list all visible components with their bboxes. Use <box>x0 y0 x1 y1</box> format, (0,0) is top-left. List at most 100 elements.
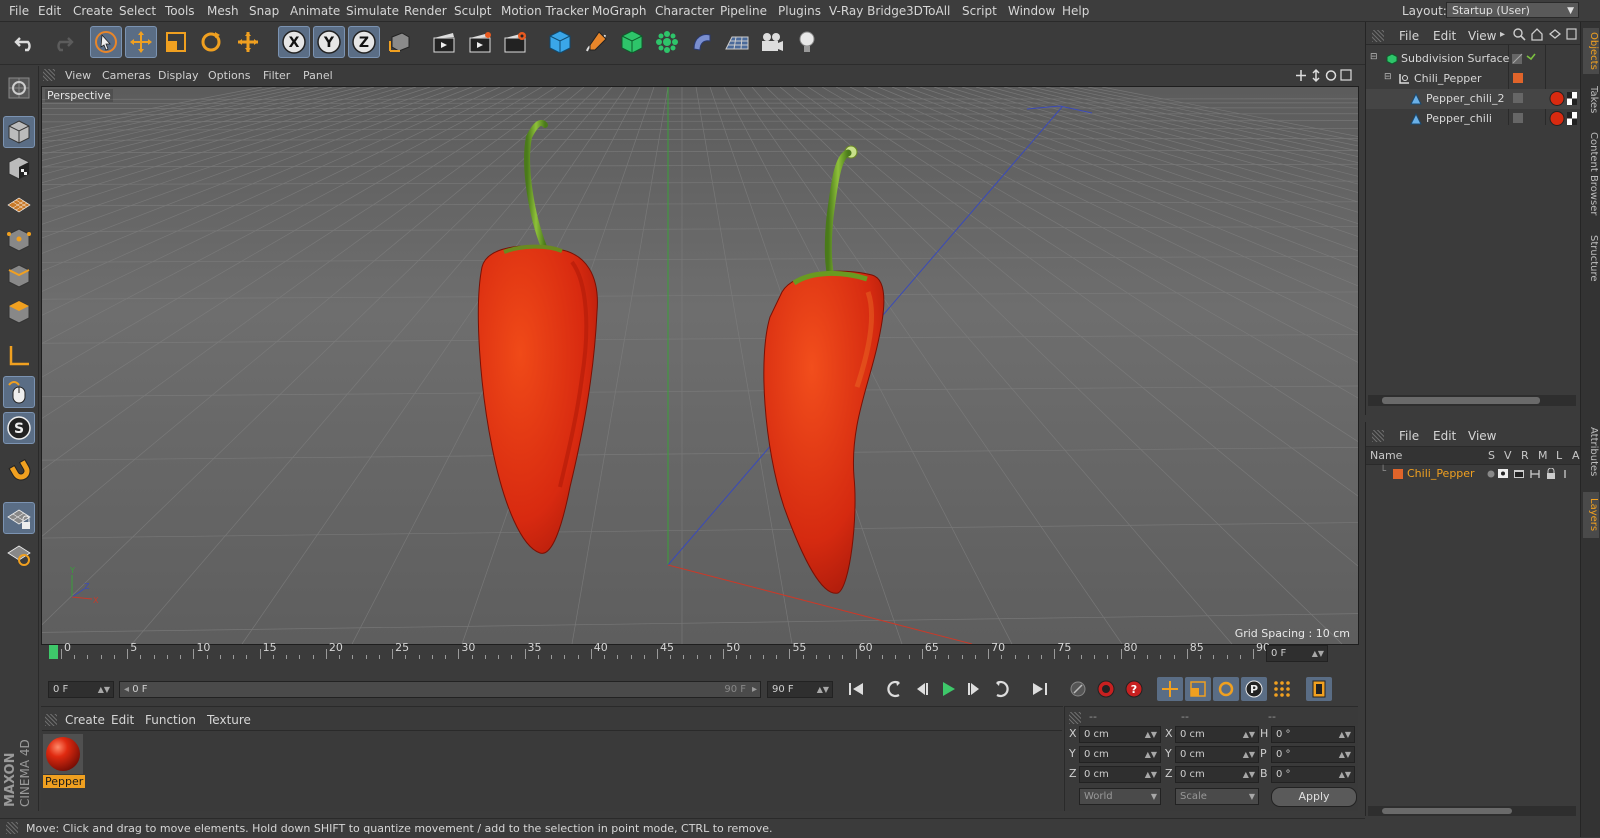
vp-menu-options[interactable]: Options <box>208 69 250 82</box>
size-x-field[interactable]: 0 cm▲▼ <box>1175 726 1259 743</box>
add-mograph-button[interactable] <box>651 26 683 58</box>
play-button[interactable] <box>935 677 961 701</box>
menu-edit[interactable]: Edit <box>38 4 61 18</box>
menu-simulate[interactable]: Simulate <box>346 4 399 18</box>
render-view-button[interactable] <box>428 26 460 58</box>
coordinate-system-button[interactable] <box>384 26 416 58</box>
vp-menu-cameras[interactable]: Cameras <box>102 69 151 82</box>
obj-menu-file[interactable]: File <box>1399 29 1419 43</box>
scale-tool-button[interactable] <box>160 26 192 58</box>
start-frame-field[interactable]: 0 F▲▼ <box>48 681 114 698</box>
menu-help[interactable]: Help <box>1062 4 1089 18</box>
add-environment-button[interactable] <box>721 26 753 58</box>
menu-file[interactable]: File <box>9 4 29 18</box>
menu-3dtoall[interactable]: 3DToAll <box>906 4 950 18</box>
previous-key-button[interactable] <box>881 677 907 701</box>
live-selection-button[interactable] <box>90 26 122 58</box>
size-z-field[interactable]: 0 cm▲▼ <box>1175 766 1259 783</box>
viewport-nav-icons[interactable] <box>1294 68 1354 83</box>
texture-mode-button[interactable] <box>3 152 35 184</box>
material-tags[interactable] <box>1548 90 1578 107</box>
solo-mode-button[interactable]: S <box>3 412 35 444</box>
menu-snap[interactable]: Snap <box>249 4 279 18</box>
tree-expand-icon[interactable]: ⊟ <box>1370 52 1378 62</box>
layer-toggle-icons[interactable] <box>1486 468 1580 480</box>
end-frame-field[interactable]: 90 F▲▼ <box>767 681 833 698</box>
locked-workplane-button[interactable] <box>3 502 35 534</box>
tab-attributes[interactable]: Attributes <box>1583 422 1599 482</box>
y-axis-button[interactable]: Y <box>313 26 345 58</box>
obj-menu-view[interactable]: View <box>1468 29 1496 43</box>
size-mode-select[interactable]: Scale▼ <box>1175 788 1259 805</box>
go-to-start-button[interactable] <box>843 677 869 701</box>
key-pla-button[interactable] <box>1269 677 1295 701</box>
menu-more-icon[interactable]: ▸ <box>1500 29 1505 40</box>
position-z-field[interactable]: 0 cm▲▼ <box>1079 766 1161 783</box>
mat-menu-edit[interactable]: Edit <box>111 713 134 727</box>
timeline-button[interactable] <box>1306 677 1332 701</box>
rotation-p-field[interactable]: 0 °▲▼ <box>1271 746 1355 763</box>
tab-objects[interactable]: Objects <box>1583 28 1599 74</box>
previous-frame-button[interactable] <box>908 677 934 701</box>
position-y-field[interactable]: 0 cm▲▼ <box>1079 746 1161 763</box>
next-frame-button[interactable] <box>962 677 988 701</box>
enable-axis-button[interactable] <box>3 340 35 372</box>
mat-menu-function[interactable]: Function <box>145 713 196 727</box>
timeline-ruler[interactable]: 051015202530354045505560657075808590 0 F… <box>41 645 1357 673</box>
size-y-field[interactable]: 0 cm▲▼ <box>1175 746 1259 763</box>
snap-button[interactable] <box>3 456 35 488</box>
menu-tools[interactable]: Tools <box>165 4 195 18</box>
menu-mesh[interactable]: Mesh <box>207 4 239 18</box>
add-spline-button[interactable] <box>580 26 612 58</box>
visibility-toggle[interactable] <box>1513 93 1523 103</box>
menu-window[interactable]: Window <box>1008 4 1055 18</box>
menu-create[interactable]: Create <box>73 4 113 18</box>
material-tags[interactable] <box>1548 110 1578 127</box>
position-x-field[interactable]: 0 cm▲▼ <box>1079 726 1161 743</box>
object-manager-icons[interactable] <box>1512 27 1578 42</box>
tree-expand-icon[interactable]: ⊟ <box>1384 72 1392 82</box>
menu-character[interactable]: Character <box>655 4 714 18</box>
menu-animate[interactable]: Animate <box>290 4 340 18</box>
layer-menu-file[interactable]: File <box>1399 429 1419 443</box>
coordinate-system-select[interactable]: World▼ <box>1079 788 1161 805</box>
layer-color-swatch[interactable] <box>1393 469 1403 479</box>
z-axis-button[interactable]: Z <box>348 26 380 58</box>
vp-menu-panel[interactable]: Panel <box>303 69 333 82</box>
menu-script[interactable]: Script <box>962 4 997 18</box>
panel-gripper-icon[interactable] <box>43 69 55 81</box>
object-visibility-toggles[interactable] <box>1512 53 1542 65</box>
layer-menu-edit[interactable]: Edit <box>1433 429 1456 443</box>
menu-render[interactable]: Render <box>404 4 447 18</box>
vp-menu-display[interactable]: Display <box>158 69 199 82</box>
tab-content-browser[interactable]: Content Browser <box>1583 124 1599 224</box>
panel-gripper-icon[interactable] <box>45 714 57 726</box>
rotation-b-field[interactable]: 0 °▲▼ <box>1271 766 1355 783</box>
menu-pipeline[interactable]: Pipeline <box>720 4 767 18</box>
panel-gripper-icon[interactable] <box>1372 430 1384 442</box>
layer-color-swatch[interactable] <box>1513 73 1523 83</box>
planar-workplane-button[interactable] <box>3 538 35 570</box>
viewport-camera-label[interactable]: Perspective <box>45 89 113 102</box>
render-settings-button[interactable] <box>499 26 531 58</box>
layer-row-chili-pepper[interactable]: └ Chili_Pepper <box>1366 465 1580 483</box>
apply-button[interactable]: Apply <box>1271 787 1357 807</box>
menu-mograph[interactable]: MoGraph <box>592 4 647 18</box>
object-hscrollbar[interactable] <box>1368 395 1576 406</box>
visibility-toggle[interactable] <box>1513 113 1523 123</box>
workplane-mode-button[interactable] <box>3 188 35 220</box>
vp-menu-filter[interactable]: Filter <box>263 69 290 82</box>
menu-plugins[interactable]: Plugins <box>778 4 821 18</box>
panel-gripper-icon[interactable] <box>1069 712 1081 724</box>
menu-sculpt[interactable]: Sculpt <box>454 4 491 18</box>
undo-button[interactable] <box>10 26 42 58</box>
key-rotation-button[interactable] <box>1213 677 1239 701</box>
mat-menu-texture[interactable]: Texture <box>207 713 251 727</box>
frame-range-slider[interactable]: ◂ 0 F 90 F ▸ <box>119 681 761 698</box>
recent-tool-button[interactable] <box>232 26 264 58</box>
add-deformer-button[interactable] <box>686 26 718 58</box>
vp-menu-view[interactable]: View <box>65 69 91 82</box>
tab-layers[interactable]: Layers <box>1583 492 1599 538</box>
object-row-chili-pepper[interactable]: ⊟ Chili_Pepper <box>1366 69 1580 89</box>
timeline-playhead[interactable] <box>49 645 58 659</box>
